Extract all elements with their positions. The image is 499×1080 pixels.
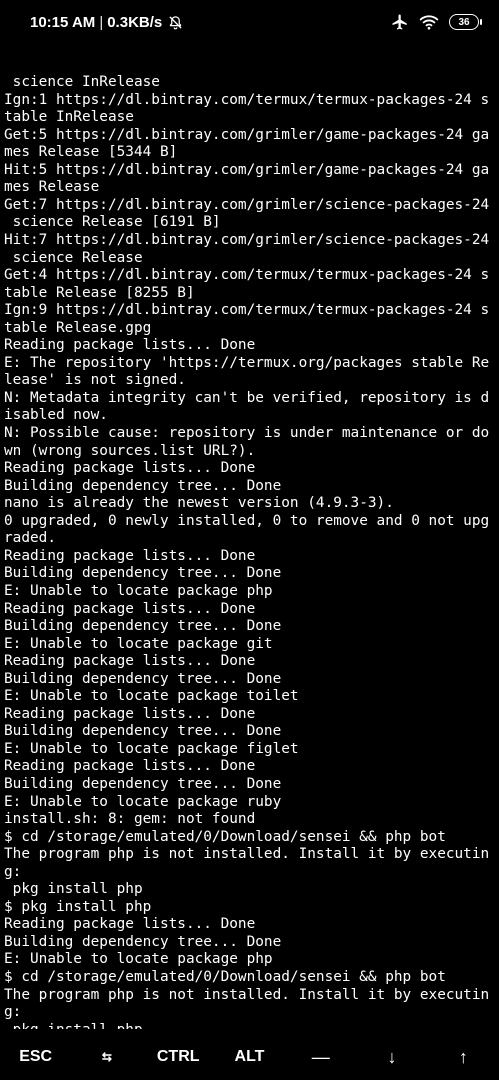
alt-key[interactable]: ALT xyxy=(214,1034,285,1080)
terminal-line: pkg install php xyxy=(4,1022,499,1029)
status-bar: 10:15 AM | 0.3KB/s 36 xyxy=(0,0,499,44)
terminal-line: Building dependency tree... Done xyxy=(4,565,282,582)
terminal-line: Ign:9 https://dl.bintray.com/termux/term… xyxy=(4,302,490,319)
terminal-line: Hit:5 https://dl.bintray.com/grimler/gam… xyxy=(4,161,490,178)
terminal-line: The program php is not installed. Instal… xyxy=(4,846,490,863)
terminal-line: pkg install php xyxy=(4,881,143,898)
terminal-line: N: Metadata integrity can't be verified,… xyxy=(4,389,490,406)
terminal-line: Reading package lists... Done xyxy=(4,547,256,564)
terminal-line: $ cd /storage/emulated/0/Download/sensei… xyxy=(4,968,446,985)
terminal-line: Building dependency tree... Done xyxy=(4,933,282,950)
terminal-line: Reading package lists... Done xyxy=(4,653,256,670)
terminal-line: science InRelease xyxy=(4,74,160,91)
terminal-line: E: Unable to locate package toilet xyxy=(4,688,299,705)
terminal-line: E: Unable to locate package ruby xyxy=(4,793,282,810)
battery-icon: 36 xyxy=(449,14,482,30)
terminal-line: E: Unable to locate package php xyxy=(4,951,273,968)
status-separator: | xyxy=(99,13,104,31)
status-right: 36 xyxy=(391,13,482,31)
terminal-line: Building dependency tree... Done xyxy=(4,670,282,687)
terminal-line: wn (wrong sources.list URL?). xyxy=(4,442,256,459)
terminal-line: g: xyxy=(4,1004,22,1021)
terminal-line: Get:4 https://dl.bintray.com/termux/term… xyxy=(4,267,490,284)
terminal-line: Get:5 https://dl.bintray.com/grimler/gam… xyxy=(4,126,490,143)
terminal-line: table Release [8255 B] xyxy=(4,284,195,301)
terminal-line: E: Unable to locate package figlet xyxy=(4,740,299,757)
terminal-line: Building dependency tree... Done xyxy=(4,618,282,635)
terminal-line: mes Release [5344 B] xyxy=(4,144,178,161)
terminal-line: science Release xyxy=(4,249,143,266)
dash-key[interactable]: — xyxy=(285,1034,356,1080)
wifi-icon xyxy=(419,13,439,31)
terminal-line: Reading package lists... Done xyxy=(4,337,256,354)
terminal-line: $ pkg install php xyxy=(4,898,152,915)
terminal-line: science Release [6191 B] xyxy=(4,214,221,231)
terminal-output[interactable]: science InRelease Ign:1 https://dl.bintra… xyxy=(4,39,499,1029)
terminal-line: N: Possible cause: repository is under m… xyxy=(4,425,490,442)
terminal-line: Ign:1 https://dl.bintray.com/termux/term… xyxy=(4,91,490,108)
terminal-line: Reading package lists... Done xyxy=(4,460,256,477)
terminal-line: Hit:7 https://dl.bintray.com/grimler/sci… xyxy=(4,232,490,249)
terminal-line: $ cd /storage/emulated/0/Download/sensei… xyxy=(4,828,446,845)
terminal-line: Reading package lists... Done xyxy=(4,916,256,933)
terminal-line: install.sh: 8: gem: not found xyxy=(4,811,256,828)
esc-key[interactable]: ESC xyxy=(0,1034,71,1080)
terminal-line: Building dependency tree... Done xyxy=(4,477,282,494)
tab-key[interactable]: ⇆ xyxy=(71,1034,142,1080)
terminal-line: lease' is not signed. xyxy=(4,372,186,389)
terminal-line: nano is already the newest version (4.9.… xyxy=(4,495,394,512)
terminal-line: The program php is not installed. Instal… xyxy=(4,986,490,1003)
terminal-line: 0 upgraded, 0 newly installed, 0 to remo… xyxy=(4,512,490,529)
extra-keys-bar: ESC ⇆ CTRL ALT — ↓ ↑ xyxy=(0,1034,499,1080)
terminal-line: E: The repository 'https://termux.org/pa… xyxy=(4,354,490,371)
terminal-line: Get:7 https://dl.bintray.com/grimler/sci… xyxy=(4,196,490,213)
terminal-line: Building dependency tree... Done xyxy=(4,723,282,740)
terminal-line: E: Unable to locate package php xyxy=(4,582,273,599)
terminal-line: g: xyxy=(4,863,22,880)
status-left: 10:15 AM | 0.3KB/s xyxy=(30,14,183,31)
arrow-down-key[interactable]: ↓ xyxy=(356,1034,427,1080)
battery-level: 36 xyxy=(458,16,470,28)
terminal-line: Reading package lists... Done xyxy=(4,758,256,775)
status-time: 10:15 AM xyxy=(30,13,96,31)
mute-bell-icon xyxy=(168,15,183,30)
terminal-line: mes Release xyxy=(4,179,100,196)
terminal-line: table Release.gpg xyxy=(4,319,152,336)
network-speed: 0.3KB/s xyxy=(107,13,163,31)
ctrl-key[interactable]: CTRL xyxy=(143,1034,214,1080)
terminal-line: raded. xyxy=(4,530,56,547)
terminal-line: Reading package lists... Done xyxy=(4,600,256,617)
terminal-line: E: Unable to locate package git xyxy=(4,635,273,652)
terminal-line: Reading package lists... Done xyxy=(4,705,256,722)
arrow-up-key[interactable]: ↑ xyxy=(428,1034,499,1080)
terminal-line: Building dependency tree... Done xyxy=(4,775,282,792)
terminal-line: isabled now. xyxy=(4,407,108,424)
airplane-mode-icon xyxy=(391,13,409,31)
terminal-line: table InRelease xyxy=(4,109,134,126)
